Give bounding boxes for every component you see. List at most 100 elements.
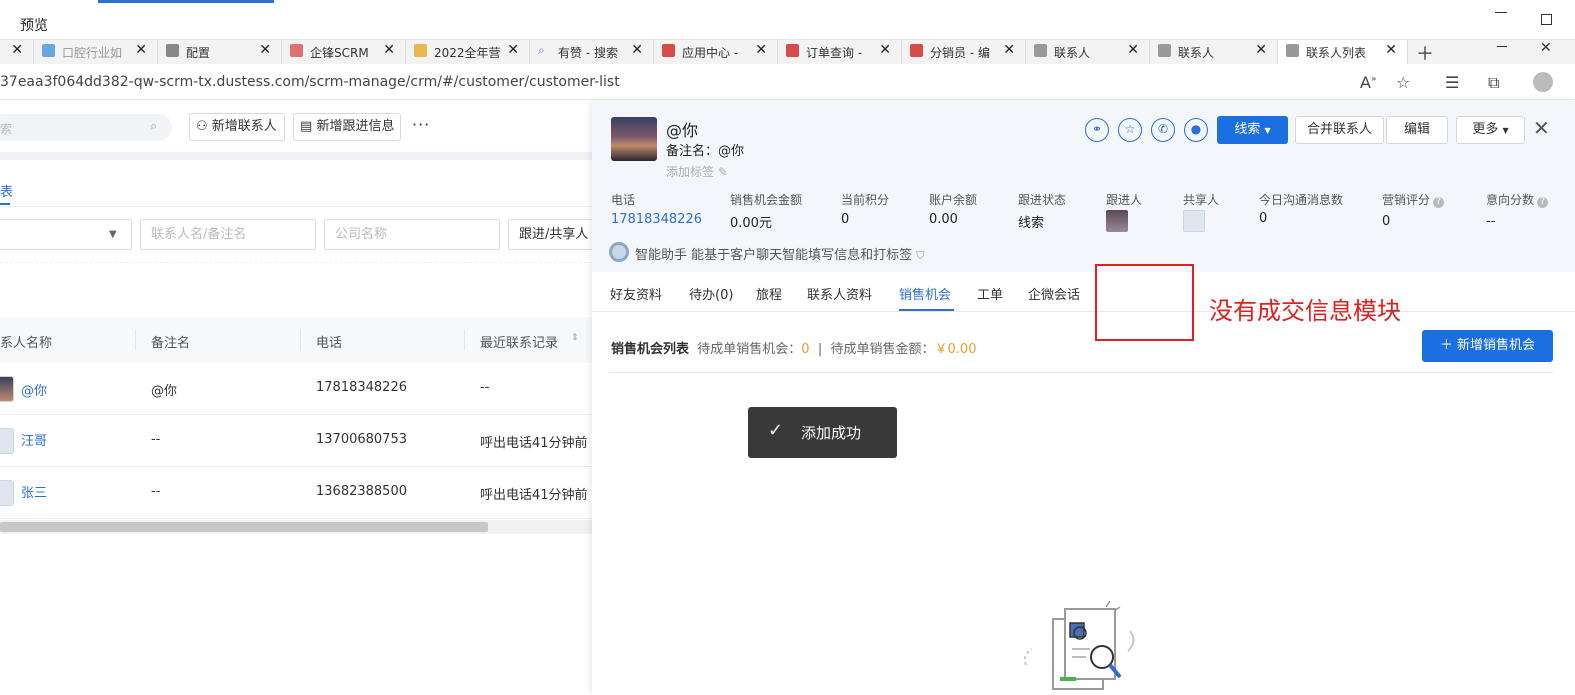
tab-icon [786,44,799,57]
profile-icon[interactable] [1533,72,1553,92]
column-name: 系人名称 [0,336,53,351]
annotation-box [1095,264,1194,341]
tab-wecom-chat[interactable]: 企微会话 [1028,284,1080,303]
divider [0,262,592,263]
sharer-avatar[interactable] [1183,210,1205,232]
merge-contact-button[interactable]: 合并联系人 [1295,116,1384,144]
favorites-list-icon[interactable]: ☰ [1445,73,1459,92]
phone-icon[interactable]: ✆ [1151,118,1175,142]
table-header: 系人名称 备注名 电话 最近联系记录 ⇕ [0,317,592,363]
close-icon[interactable]: ✕ [879,42,891,58]
more-button[interactable]: 更多 ▼ [1456,116,1525,144]
close-icon[interactable]: ✕ [1385,42,1397,58]
search-icon: ⌕ [150,119,158,134]
ai-assistant-icon [609,242,629,262]
stat-label: 当前积分 [841,193,890,207]
tab-icon [42,44,55,57]
message-icon[interactable]: ● [1184,118,1208,142]
annotation-text: 没有成交信息模块 [1209,297,1401,325]
browser-tab[interactable]: 联系人 ✕ [1150,40,1278,64]
browser-tab-active[interactable]: 联系人列表 ✕ [1278,40,1408,64]
browser-tab[interactable]: ✕ [0,40,34,64]
help-icon[interactable]: ? [1537,197,1549,208]
url-field[interactable]: 37eaa3f064dd382-qw-scrm-tx.dustess.com/s… [0,74,620,90]
tab-icon [662,44,675,57]
active-window-indicator [98,0,274,3]
drawer-tabs: 好友资料 待办(0) 旅程 联系人资料 销售机会 工单 企微会话 [592,272,1575,312]
add-followup-button[interactable]: ▤ 新增跟进信息 [293,113,401,141]
close-icon[interactable]: ✕ [507,42,519,58]
new-tab-button[interactable]: ＋ [1416,40,1434,64]
tab-icon [1158,44,1171,57]
stat-label: 跟进状态 [1018,193,1067,207]
more-icon[interactable]: ··· [412,115,430,134]
star-icon[interactable]: ☆ [1118,118,1142,142]
browser-tab[interactable]: 配置 ✕ [158,40,282,64]
table-row[interactable]: 汪哥 -- 13700680753 呼出电话41分钟前 [0,415,592,467]
collections-icon[interactable]: ⧉ [1488,73,1499,93]
close-icon[interactable]: ✕ [755,42,767,58]
close-icon[interactable]: ✕ [1255,42,1267,58]
browser-tab[interactable]: 订单查询 - ✕ [778,40,902,64]
close-icon[interactable]: ✕ [1003,42,1015,58]
maximize-button[interactable] [1541,14,1552,25]
address-bar: 37eaa3f064dd382-qw-scrm-tx.dustess.com/s… [0,64,1575,100]
tab-friend-info[interactable]: 好友资料 [610,284,662,303]
favorite-icon[interactable]: ☆ [1396,73,1410,92]
column-last-contact[interactable]: 最近联系记录 [480,332,558,351]
success-toast: ✓ 添加成功 [748,407,897,458]
tab-todo[interactable]: 待办(0) [689,284,733,303]
tab-sales-opportunity[interactable]: 销售机会 [899,284,951,303]
close-icon[interactable]: ✕ [135,42,147,58]
horizontal-scrollbar[interactable] [0,520,592,534]
tab-contact-info[interactable]: 联系人资料 [807,284,872,303]
browser-tab[interactable]: 企锋SCRM ✕ [282,40,406,64]
stat-label: 销售机会金额 [730,193,803,207]
browser-tab[interactable]: 口腔行业如 ✕ [34,40,158,64]
table-row[interactable]: @你 @你 17818348226 -- [0,363,592,415]
browser-tab[interactable]: 联系人 ✕ [1026,40,1150,64]
scrollbar-thumb[interactable] [0,522,488,532]
close-icon[interactable]: ✕ [383,42,395,58]
edit-button[interactable]: 编辑 [1386,116,1448,144]
add-contact-button[interactable]: ⚇ 新增联系人 [189,113,285,141]
tab-strip-close[interactable]: ✕ [1540,40,1552,56]
table-row[interactable]: 张三 -- 13682388500 呼出电话41分钟前 [0,467,592,519]
add-opportunity-button[interactable]: ＋ 新增销售机会 [1422,330,1553,362]
phone-value[interactable]: 17818348226 [611,212,702,227]
close-icon[interactable]: ✕ [1127,42,1139,58]
tab-contact-list[interactable]: 表 [0,181,13,200]
tab-journey[interactable]: 旅程 [756,284,782,303]
add-tag-link[interactable]: 添加标签 ✎ [666,163,728,180]
window-title-bar: 预览 [0,0,1575,40]
divider [0,152,592,160]
lead-status-button[interactable]: 线索 ▼ [1217,116,1288,144]
minimize-button[interactable] [1495,12,1507,13]
tab-icon [166,44,179,57]
ai-assistant-text: 智能助手 能基于客户聊天智能填写信息和打标签 ⛉ [635,248,925,263]
drawer-header: @你 备注名：@你 添加标签 ✎ ⚭ ☆ ✆ ● 线索 ▼ 合并联系人 编辑 更… [592,101,1575,272]
browser-tab[interactable]: 2022全年营 ✕ [406,40,530,64]
search-input[interactable]: 索 ⌕ [0,114,172,141]
help-icon[interactable]: ? [1433,197,1445,208]
read-aloud-icon[interactable]: A» [1360,73,1376,92]
company-filter[interactable]: 公司名称 [324,219,500,250]
close-icon[interactable]: ✕ [259,42,271,58]
close-icon[interactable]: ✕ [631,42,643,58]
shield-icon: ⛉ [916,249,925,262]
sort-icon[interactable]: ⇕ [571,333,579,343]
contact-name-filter[interactable]: 联系人名/备注名 [140,219,316,250]
tab-strip-minimize[interactable] [1497,46,1507,47]
column-remark: 备注名 [151,336,191,351]
tab-work-order[interactable]: 工单 [977,284,1003,303]
filter-select[interactable]: ▼ [0,219,132,250]
browser-tab[interactable]: 应用中心 - ✕ [654,40,778,64]
tab-icon [910,44,923,57]
link-icon[interactable]: ⚭ [1085,118,1109,142]
browser-tab[interactable]: ⌕ 有赞 - 搜索 ✕ [530,40,654,64]
close-icon[interactable]: ✕ [11,42,23,58]
divider [609,372,1553,373]
browser-tab[interactable]: 分销员 - 编 ✕ [902,40,1026,64]
follower-avatar[interactable] [1106,210,1128,232]
close-icon[interactable]: ✕ [1533,116,1550,140]
